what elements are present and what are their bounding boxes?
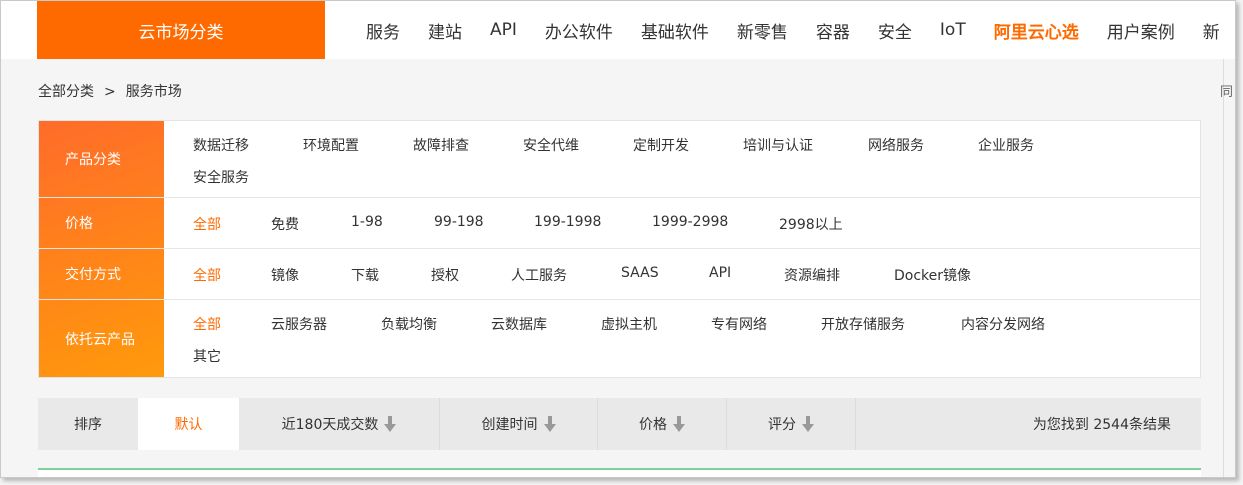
filter-option[interactable]: 安全代维 (523, 135, 579, 155)
filter-option[interactable]: 环境配置 (303, 135, 359, 155)
filter-option[interactable]: 故障排查 (413, 135, 469, 155)
app-frame: 云市场分类 服务 建站 API 办公软件 基础软件 新零售 容器 安全 IoT … (0, 0, 1236, 478)
nav-item-security[interactable]: 安全 (878, 18, 912, 43)
filter-option[interactable]: 镜像 (271, 265, 299, 285)
filter-option[interactable]: 云服务器 (271, 314, 327, 334)
result-list-top (38, 468, 1201, 477)
sort-bar: 排序 默认 近180天成交数 创建时间 价格 评分 为您找到 2544条结果 (38, 398, 1201, 450)
sort-created-label: 创建时间 (481, 417, 538, 433)
filter-option[interactable]: 安全服务 (193, 167, 249, 187)
sort-created-tab[interactable]: 创建时间 (440, 398, 598, 450)
nav-item-aliyun-select[interactable]: 阿里云心选 (994, 18, 1079, 43)
arrow-down-icon (384, 416, 397, 432)
breadcrumb-current: 服务市场 (125, 84, 182, 100)
category-menu-button[interactable]: 云市场分类 (37, 1, 325, 59)
filter-option[interactable]: 定制开发 (633, 135, 689, 155)
filter-label-cloud: 依托云产品 (65, 331, 135, 348)
main-nav: 服务 建站 API 办公软件 基础软件 新零售 容器 安全 IoT 阿里云心选 … (366, 1, 1235, 59)
filter-option[interactable]: Docker镜像 (894, 265, 971, 285)
filter-option[interactable]: 开放存储服务 (821, 314, 905, 334)
filter-option[interactable]: 企业服务 (978, 135, 1034, 155)
filter-option[interactable]: 1-98 (351, 214, 383, 230)
filter-option[interactable]: 99-198 (434, 214, 484, 230)
nav-item-service[interactable]: 服务 (366, 18, 400, 43)
filter-option[interactable]: 授权 (431, 265, 459, 285)
filter-option[interactable]: 其它 (193, 346, 221, 366)
filter-option[interactable]: 云数据库 (491, 314, 547, 334)
filter-row-delivery: 交付方式 全部 镜像 下载 授权 人工服务 SAAS API 资源编排 Dock… (39, 249, 1200, 300)
filter-option[interactable]: 网络服务 (868, 135, 924, 155)
result-count: 为您找到 2544条结果 (1032, 417, 1171, 433)
filter-label-price: 价格 (65, 216, 93, 232)
filter-option-selected[interactable]: 全部 (193, 265, 221, 285)
filter-row-product: 产品分类 数据迁移 环境配置 故障排查 安全代维 定制开发 培训与认证 网络服务… (39, 121, 1200, 198)
filter-row-cloud: 依托云产品 全部 云服务器 负载均衡 云数据库 虚拟主机 专有网络 开放存储服务… (39, 300, 1200, 377)
filter-option[interactable]: 下载 (351, 265, 379, 285)
nav-item-overflow[interactable]: 新 (1203, 18, 1220, 43)
filter-option[interactable]: 2998以上 (779, 214, 843, 234)
breadcrumb-root-link[interactable]: 全部分类 (38, 84, 94, 100)
filter-option[interactable]: 内容分发网络 (961, 314, 1045, 334)
sort-price-tab[interactable]: 价格 (598, 398, 727, 450)
nav-item-iot[interactable]: IoT (940, 20, 966, 40)
filter-option[interactable]: 专有网络 (711, 314, 767, 334)
sort-deals-tab[interactable]: 近180天成交数 (239, 398, 440, 450)
filter-option[interactable]: 1999-2998 (652, 214, 728, 230)
filter-option[interactable]: SAAS (621, 265, 659, 281)
arrow-down-icon (543, 416, 556, 432)
sort-rating-tab[interactable]: 评分 (727, 398, 856, 450)
arrow-down-icon (673, 416, 685, 432)
nav-item-container[interactable]: 容器 (816, 18, 850, 43)
filter-option[interactable]: 199-1998 (534, 214, 601, 230)
sort-deals-label: 近180天成交数 (281, 417, 379, 433)
filter-option[interactable]: 虚拟主机 (601, 314, 657, 334)
filter-option[interactable]: 数据迁移 (193, 135, 249, 155)
right-panel-edge (1223, 59, 1235, 477)
filter-option[interactable]: 人工服务 (511, 265, 567, 285)
top-navigation: 云市场分类 服务 建站 API 办公软件 基础软件 新零售 容器 安全 IoT … (1, 1, 1235, 59)
filter-label-delivery: 交付方式 (65, 267, 121, 283)
filter-option[interactable]: 资源编排 (784, 265, 840, 285)
arrow-down-icon (802, 416, 814, 432)
right-panel-text: 同 (1219, 85, 1233, 100)
filter-option[interactable]: 培训与认证 (743, 135, 813, 155)
sort-price-label: 价格 (639, 417, 667, 433)
filter-option[interactable]: 负载均衡 (381, 314, 437, 334)
filter-row-price: 价格 全部 免费 1-98 99-198 199-1998 1999-2998 … (39, 198, 1200, 249)
filter-label-product: 产品分类 (65, 152, 121, 168)
filter-option-selected[interactable]: 全部 (193, 214, 221, 234)
nav-item-new-retail[interactable]: 新零售 (737, 18, 788, 43)
filter-option[interactable]: 免费 (271, 214, 299, 234)
nav-item-basic-software[interactable]: 基础软件 (641, 18, 709, 43)
breadcrumb-separator: > (104, 84, 116, 100)
sort-rating-label: 评分 (768, 417, 796, 433)
nav-item-website[interactable]: 建站 (428, 18, 462, 43)
sort-default-tab[interactable]: 默认 (138, 398, 239, 450)
sort-label: 排序 (74, 417, 102, 433)
filter-panel: 产品分类 数据迁移 环境配置 故障排查 安全代维 定制开发 培训与认证 网络服务… (38, 120, 1201, 378)
filter-option[interactable]: API (709, 265, 731, 281)
nav-item-api[interactable]: API (490, 20, 517, 40)
nav-item-cases[interactable]: 用户案例 (1107, 18, 1175, 43)
nav-item-office[interactable]: 办公软件 (545, 18, 613, 43)
breadcrumb: 全部分类 > 服务市场 (38, 81, 182, 101)
filter-option-selected[interactable]: 全部 (193, 314, 221, 334)
